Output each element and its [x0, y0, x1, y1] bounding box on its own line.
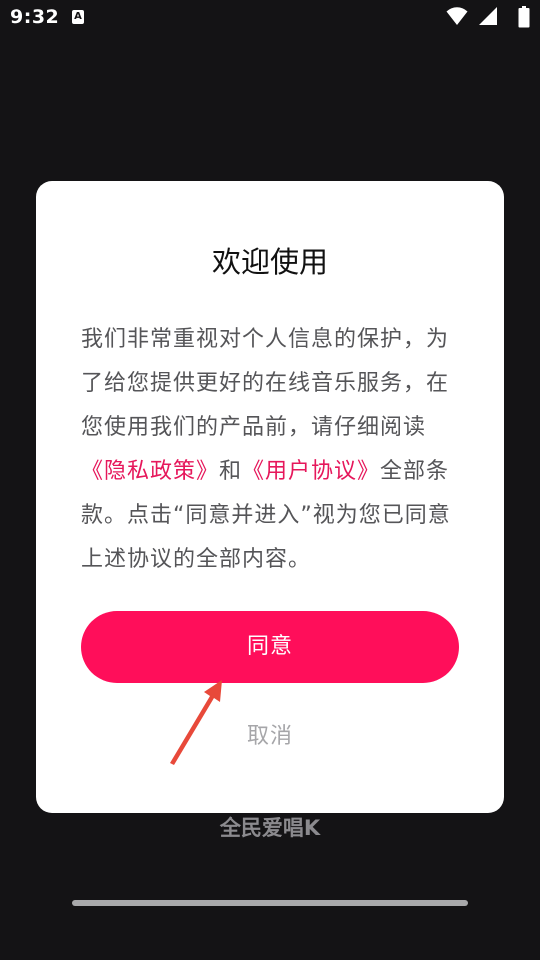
battery-icon — [518, 6, 530, 28]
dialog-body: 我们非常重视对个人信息的保护，为了给您提供更好的在线音乐服务，在您使用我们的产品… — [81, 318, 461, 582]
app-name-label: 全民爱唱K — [219, 816, 321, 840]
body-text-and: 和 — [219, 459, 243, 484]
annotation-arrow-icon — [170, 680, 222, 765]
agree-button[interactable]: 同意 — [81, 611, 459, 683]
status-bar: 9:32 A — [0, 0, 540, 38]
dialog-title: 欢迎使用 — [211, 245, 328, 279]
privacy-policy-link[interactable]: 《隐私政策》 — [81, 459, 219, 484]
cancel-button[interactable]: 取消 — [220, 715, 320, 759]
welcome-dialog: 欢迎使用 我们非常重视对个人信息的保护，为了给您提供更好的在线音乐服务，在您使用… — [36, 181, 504, 813]
notification-a-icon: A — [72, 10, 84, 24]
signal-icon — [479, 7, 497, 25]
body-text-intro: 我们非常重视对个人信息的保护，为了给您提供更好的在线音乐服务，在您使用我们的产品… — [81, 327, 450, 440]
home-indicator[interactable] — [72, 900, 468, 906]
wifi-icon — [446, 7, 468, 25]
user-agreement-link[interactable]: 《用户协议》 — [242, 459, 380, 484]
status-time: 9:32 — [10, 6, 60, 28]
